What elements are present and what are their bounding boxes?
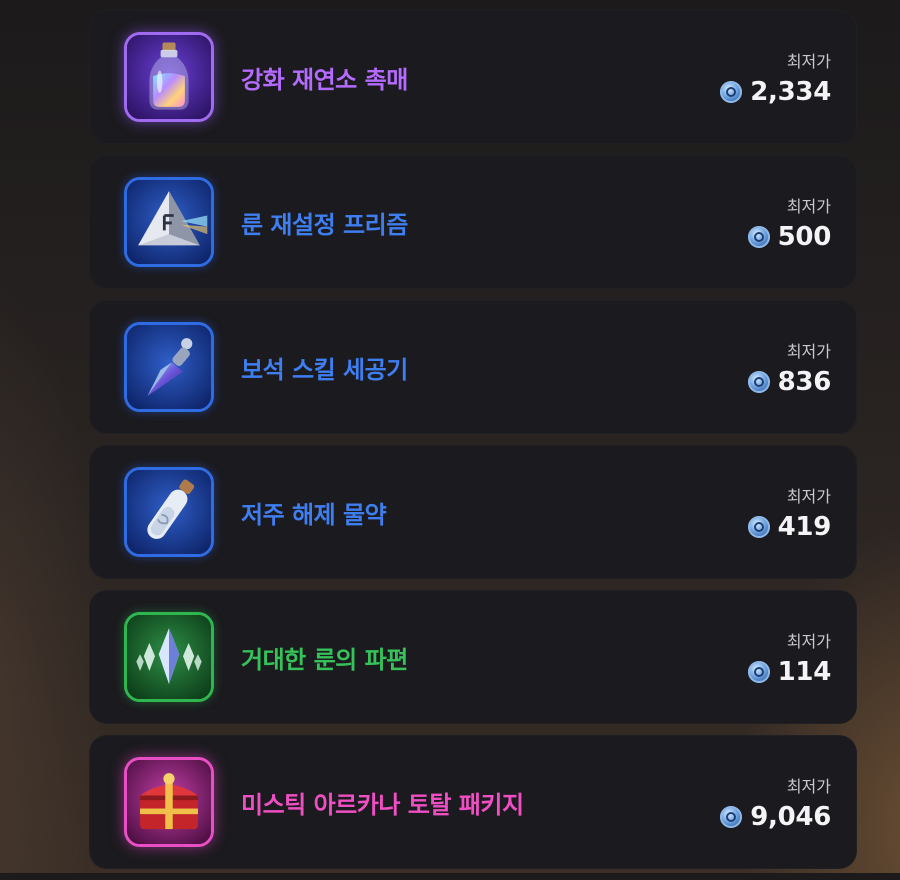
coin-icon — [720, 806, 743, 828]
item-name: 보석 스킬 세공기 — [241, 356, 408, 384]
coin-icon — [720, 81, 743, 103]
item-name: 저주 해제 물약 — [241, 501, 387, 529]
list-item[interactable]: 보석 스킬 세공기 최저가 836 — [89, 300, 857, 434]
rune-shard-icon — [127, 615, 211, 699]
price-label: 최저가 — [786, 342, 831, 361]
price: 500 — [747, 222, 832, 252]
item-name: 거대한 룬의 파편 — [241, 646, 408, 674]
treasure-chest-icon — [127, 760, 211, 844]
list-item[interactable]: 미스틱 아르카나 토탈 패키지 최저가 9,046 — [89, 735, 857, 869]
item-icon-frame — [124, 612, 214, 702]
price: 836 — [747, 367, 832, 397]
list-item[interactable]: 룬 재설정 프리즘 최저가 500 — [89, 155, 857, 289]
item-icon-frame — [124, 177, 214, 267]
price-label: 최저가 — [786, 632, 831, 651]
price-value: 500 — [777, 222, 832, 252]
price: 114 — [747, 657, 832, 687]
coin-icon — [747, 371, 770, 393]
list-item[interactable]: 거대한 룬의 파편 최저가 114 — [89, 590, 857, 724]
price-value: 836 — [777, 367, 832, 397]
item-icon-frame — [124, 32, 214, 122]
price-label: 최저가 — [786, 52, 831, 71]
item-icon-frame — [124, 467, 214, 557]
price-label: 최저가 — [786, 487, 831, 506]
coin-icon — [747, 226, 770, 248]
item-icon-frame — [124, 322, 214, 412]
price-value: 419 — [777, 512, 832, 542]
price: 419 — [747, 512, 832, 542]
list-item[interactable]: 강화 재연소 촉매 최저가 2,334 — [89, 10, 857, 144]
price-label: 최저가 — [786, 197, 831, 216]
potion-vial-icon — [127, 470, 211, 554]
price: 9,046 — [720, 802, 831, 832]
price-label: 최저가 — [786, 777, 831, 796]
item-name: 강화 재연소 촉매 — [241, 66, 408, 94]
coin-icon — [747, 661, 770, 683]
item-icon-frame — [124, 757, 214, 847]
item-name: 미스틱 아르카나 토탈 패키지 — [241, 791, 524, 819]
price-value: 114 — [777, 657, 832, 687]
list-item[interactable]: 저주 해제 물약 최저가 419 — [89, 445, 857, 579]
coin-icon — [747, 516, 770, 538]
price: 2,334 — [720, 77, 831, 107]
item-price-list: 강화 재연소 촉매 최저가 2,334 룬 재설정 프리즘 최저가 500 보석… — [89, 10, 857, 880]
item-name: 룬 재설정 프리즘 — [241, 211, 408, 239]
price-value: 9,046 — [750, 802, 831, 832]
prism-icon — [127, 180, 211, 264]
bottle-icon — [127, 35, 211, 119]
crystal-tool-icon — [127, 325, 211, 409]
price-value: 2,334 — [750, 77, 831, 107]
